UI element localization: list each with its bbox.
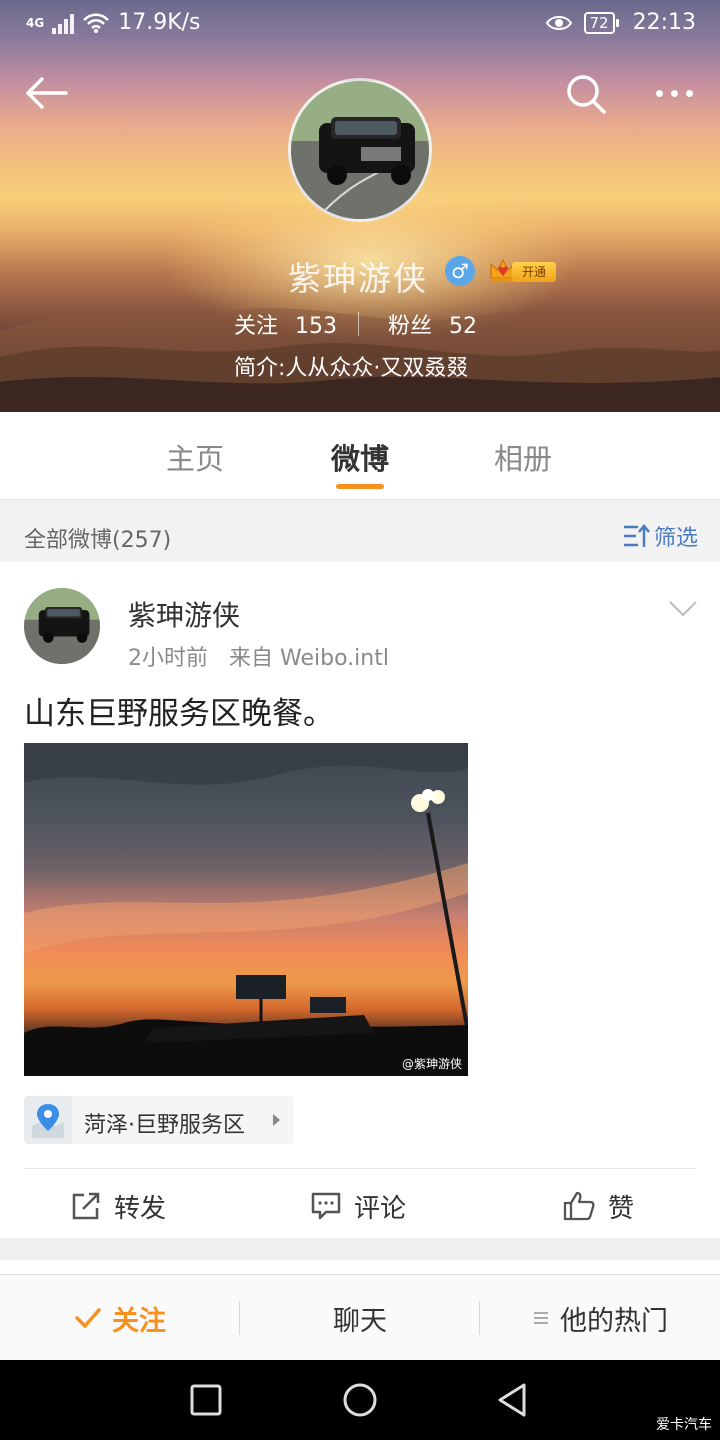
chat-button[interactable]: 聊天: [240, 1275, 480, 1361]
post-text: 山东巨野服务区晚餐。: [24, 696, 334, 732]
comment-button[interactable]: 评论: [310, 1174, 406, 1238]
repost-label: 转发: [114, 1193, 167, 1224]
chevron-right-icon: [273, 1114, 280, 1126]
car-photo: [291, 81, 429, 219]
repost-button[interactable]: 转发: [70, 1174, 166, 1238]
home-icon[interactable]: [340, 1380, 380, 1420]
filter-bar: 全部微博(257) 筛选: [0, 512, 720, 560]
back-triangle-icon[interactable]: [492, 1380, 532, 1420]
profile-name: 紫珅游侠: [288, 259, 428, 298]
following-label: 关注: [234, 314, 279, 339]
photo-watermark: @紫珅游侠: [401, 1057, 462, 1071]
wifi-icon: [83, 13, 110, 33]
tab-active-indicator: [336, 484, 384, 489]
following-count[interactable]: 关注 153: [234, 308, 337, 340]
follow-label: 关注: [112, 1305, 166, 1337]
stats-divider: [358, 312, 359, 336]
next-post-peek: [0, 1260, 720, 1274]
repost-icon: [72, 1192, 100, 1220]
post-author-name[interactable]: 紫珅游侠: [128, 594, 240, 634]
vip-badge[interactable]: 开通: [488, 256, 558, 286]
sunset-photo: [24, 743, 468, 1076]
system-nav-bar: 爱卡汽车: [0, 1360, 720, 1440]
filter-button[interactable]: 筛选: [622, 520, 698, 552]
post-meta: 2小时前 来自 Weibo.intl: [128, 640, 389, 672]
filter-icon: [623, 524, 650, 547]
recent-apps-icon[interactable]: [186, 1380, 226, 1420]
profile-avatar[interactable]: [288, 78, 432, 222]
network-type: 4G: [26, 15, 45, 30]
thumbs-up-icon: [563, 1191, 595, 1221]
post-author-avatar[interactable]: [24, 588, 100, 664]
gender-male-icon: ♂: [445, 256, 475, 286]
card-divider: [24, 1168, 696, 1169]
tab-home[interactable]: 主页: [166, 436, 224, 478]
comment-label: 评论: [354, 1193, 407, 1224]
location-pin-icon: [24, 1096, 72, 1144]
clock: 22:13: [632, 10, 696, 35]
fans-count[interactable]: 粉丝 52: [388, 308, 477, 340]
profile-cover: 4G 17.9K/s 72 22:13 紫珅游侠 ♂ 开通 关注 153 粉丝 …: [0, 0, 720, 412]
post-count: 全部微博(257): [24, 528, 172, 553]
like-button[interactable]: 赞: [562, 1174, 634, 1238]
chat-label: 聊天: [333, 1305, 387, 1337]
search-icon[interactable]: [562, 70, 610, 118]
car-photo-small: [24, 588, 100, 664]
hot-posts-label: 他的热门: [560, 1305, 668, 1337]
follow-button[interactable]: 关注: [0, 1275, 240, 1361]
back-arrow-icon[interactable]: [22, 70, 72, 116]
signal-icon: [52, 12, 75, 34]
bottom-action-bar: 关注 聊天 他的热门: [0, 1274, 720, 1360]
tab-album[interactable]: 相册: [494, 436, 552, 478]
profile-bio: 简介:人从众众·又双叒叕: [234, 356, 469, 381]
comment-icon: [311, 1192, 341, 1220]
vip-open-label: 开通: [512, 262, 556, 282]
fans-label: 粉丝: [388, 314, 433, 339]
location-label: 菏泽·巨野服务区: [84, 1113, 245, 1138]
fans-value: 52: [449, 314, 478, 339]
hot-posts-button[interactable]: 他的热门: [480, 1275, 720, 1361]
location-tag[interactable]: 菏泽·巨野服务区: [24, 1096, 294, 1144]
network-speed: 17.9K/s: [118, 10, 201, 35]
battery-icon: 72: [583, 11, 619, 34]
menu-lines-icon: [534, 1312, 548, 1324]
following-value: 153: [295, 314, 338, 339]
feed-gap: [0, 1238, 720, 1260]
post-card: 紫珅游侠 2小时前 来自 Weibo.intl 山东巨野服务区晚餐。 @紫珅游侠: [0, 562, 720, 1238]
eye-comfort-icon: [545, 15, 572, 30]
post-photo[interactable]: @紫珅游侠: [24, 743, 468, 1076]
chevron-down-icon[interactable]: [668, 598, 698, 620]
more-options-icon[interactable]: [648, 70, 700, 116]
corner-watermark: 爱卡汽车: [656, 1417, 712, 1433]
post-time: 2小时前: [128, 646, 208, 671]
tab-weibo[interactable]: 微博: [331, 436, 389, 478]
checkmark-icon: [75, 1308, 101, 1328]
like-label: 赞: [608, 1193, 635, 1224]
profile-tabs: 主页 微博 相册: [0, 412, 720, 500]
status-bar: 4G 17.9K/s 72 22:13: [0, 0, 720, 48]
post-source: 来自 Weibo.intl: [229, 646, 389, 671]
filter-label: 筛选: [653, 526, 698, 551]
